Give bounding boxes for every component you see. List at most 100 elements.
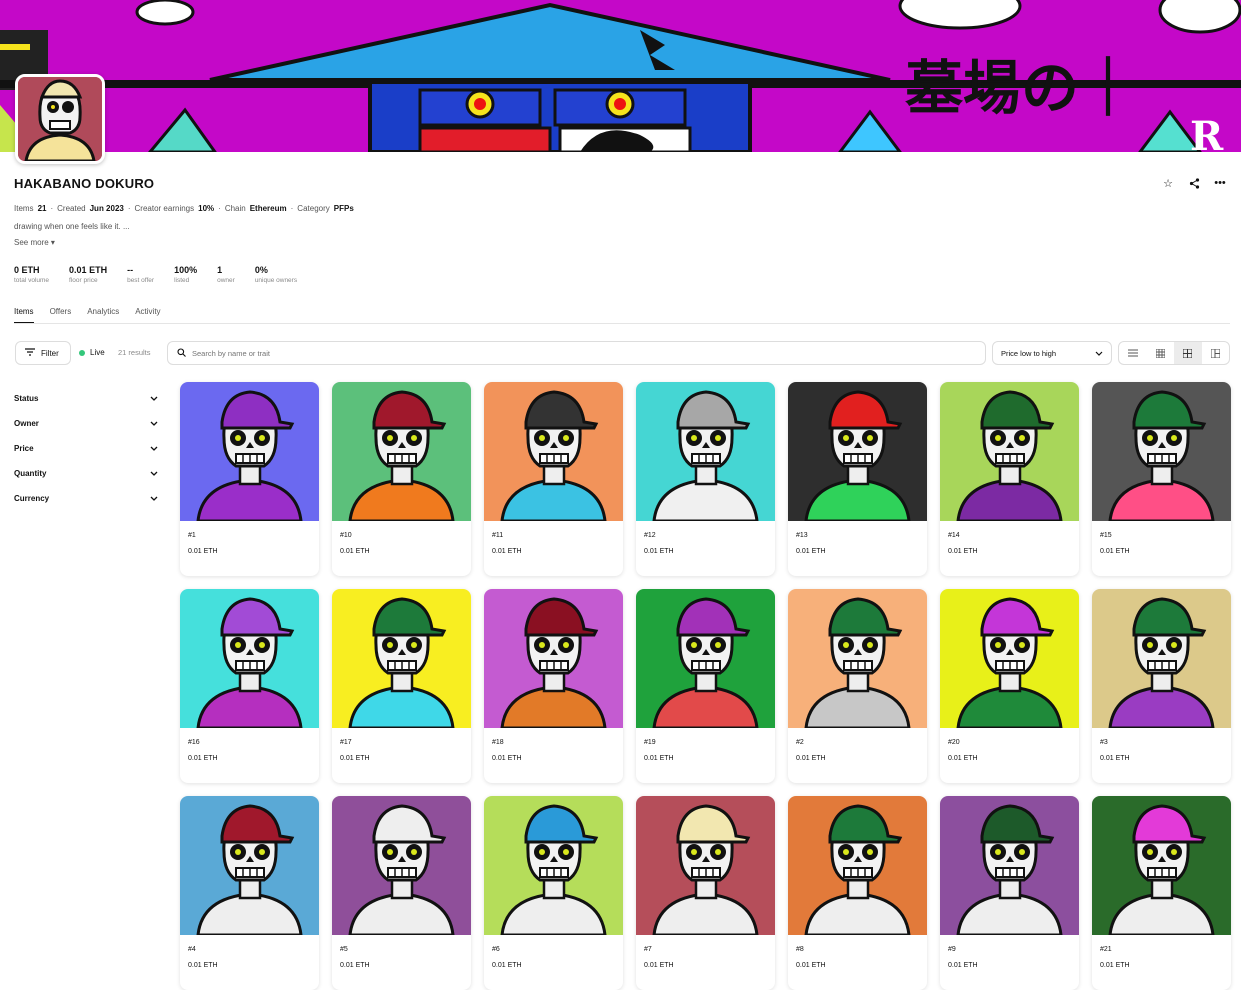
chevron-down-icon — [150, 394, 158, 403]
nft-card[interactable]: #18 0.01 ETH — [484, 589, 623, 783]
collection-tabs: Items Offers Analytics Activity — [14, 307, 161, 324]
nft-name: #19 — [644, 739, 656, 746]
more-options-icon[interactable]: ••• — [1213, 176, 1227, 190]
view-mode-toggle — [1118, 341, 1230, 365]
sort-dropdown[interactable]: Price low to high — [992, 341, 1112, 365]
stat-value: 0.01 ETH — [69, 265, 108, 275]
nft-image — [788, 796, 927, 935]
star-icon[interactable]: ☆ — [1161, 176, 1175, 190]
nft-price: 0.01 ETH — [644, 548, 674, 555]
meta-category-value: PFPs — [333, 204, 354, 213]
nft-name: #11 — [492, 532, 504, 539]
tab-activity[interactable]: Activity — [135, 307, 160, 324]
filter-currency[interactable]: Currency — [14, 486, 158, 511]
search-input[interactable] — [192, 348, 892, 358]
stat-label: floor price — [69, 277, 98, 284]
nft-card[interactable]: #4 0.01 ETH — [180, 796, 319, 990]
nft-price: 0.01 ETH — [948, 548, 978, 555]
nft-card[interactable]: #6 0.01 ETH — [484, 796, 623, 990]
nft-card[interactable]: #5 0.01 ETH — [332, 796, 471, 990]
filter-owner[interactable]: Owner — [14, 411, 158, 436]
chevron-down-icon — [150, 469, 158, 478]
nft-price: 0.01 ETH — [796, 548, 826, 555]
chevron-down-icon — [150, 494, 158, 503]
filter-quantity[interactable]: Quantity — [14, 461, 158, 486]
nft-price: 0.01 ETH — [1100, 755, 1130, 762]
filter-label: Filter — [41, 348, 59, 358]
nft-price: 0.01 ETH — [948, 755, 978, 762]
tab-offers[interactable]: Offers — [50, 307, 72, 324]
nft-image — [940, 382, 1079, 521]
nft-card[interactable]: #19 0.01 ETH — [636, 589, 775, 783]
nft-card[interactable]: #2 0.01 ETH — [788, 589, 927, 783]
chevron-down-icon — [150, 444, 158, 453]
filter-button[interactable]: Filter — [15, 341, 71, 365]
nft-card[interactable]: #21 0.01 ETH — [1092, 796, 1231, 990]
nft-name: #20 — [948, 739, 960, 746]
chevron-down-icon — [1095, 349, 1103, 358]
nft-name: #6 — [492, 946, 500, 953]
stat-label: listed — [174, 277, 190, 284]
nft-card[interactable]: #9 0.01 ETH — [940, 796, 1079, 990]
filter-label: Currency — [14, 494, 50, 503]
nft-image — [332, 589, 471, 728]
nft-name: #17 — [340, 739, 352, 746]
nft-price: 0.01 ETH — [492, 548, 522, 555]
list-view-icon[interactable] — [1119, 342, 1147, 364]
search-box[interactable] — [167, 341, 986, 365]
nft-card[interactable]: #11 0.01 ETH — [484, 382, 623, 576]
grid-large-view-icon[interactable] — [1202, 342, 1230, 364]
stat-unique-owners: 0% unique owners — [255, 265, 297, 284]
filter-label: Owner — [14, 419, 39, 428]
meta-items-value: 21 — [37, 204, 47, 213]
nft-name: #13 — [796, 532, 808, 539]
nft-card[interactable]: #12 0.01 ETH — [636, 382, 775, 576]
nft-image — [940, 796, 1079, 935]
stat-owner: 1 owner — [217, 265, 235, 284]
nft-card[interactable]: #16 0.01 ETH — [180, 589, 319, 783]
nft-image — [180, 589, 319, 728]
stat-value: -- — [127, 265, 134, 275]
nft-name: #2 — [796, 739, 804, 746]
chevron-down-icon — [150, 419, 158, 428]
nft-card[interactable]: #8 0.01 ETH — [788, 796, 927, 990]
meta-created-label: Created — [57, 204, 86, 213]
stat-value: 1 — [217, 265, 223, 275]
nft-card[interactable]: #20 0.01 ETH — [940, 589, 1079, 783]
nft-name: #4 — [188, 946, 196, 953]
grid-small-view-icon[interactable] — [1147, 342, 1175, 364]
collection-banner: 墓場の｜ R — [0, 0, 1241, 152]
filter-price[interactable]: Price — [14, 436, 158, 461]
nft-price: 0.01 ETH — [340, 548, 370, 555]
meta-earnings-value: 10% — [198, 204, 215, 213]
tab-items[interactable]: Items — [14, 307, 34, 324]
nft-image — [1092, 382, 1231, 521]
live-label: Live — [90, 348, 105, 357]
meta-sep: · — [290, 204, 294, 213]
nft-image — [180, 382, 319, 521]
tab-analytics[interactable]: Analytics — [87, 307, 119, 324]
see-more-link[interactable]: See more ▾ — [14, 238, 55, 247]
nft-image — [1092, 796, 1231, 935]
nft-card[interactable]: #7 0.01 ETH — [636, 796, 775, 990]
nft-name: #14 — [948, 532, 960, 539]
share-icon[interactable] — [1187, 176, 1201, 190]
nft-name: #7 — [644, 946, 652, 953]
nft-price: 0.01 ETH — [188, 755, 218, 762]
filter-status[interactable]: Status — [14, 386, 158, 411]
nft-card[interactable]: #3 0.01 ETH — [1092, 589, 1231, 783]
collection-avatar — [15, 74, 105, 164]
nft-card[interactable]: #13 0.01 ETH — [788, 382, 927, 576]
meta-created-value: Jun 2023 — [89, 204, 124, 213]
collection-stats: 0 ETH total volume 0.01 ETH floor price --… — [14, 265, 317, 284]
nft-name: #3 — [1100, 739, 1108, 746]
meta-earnings-label: Creator earnings — [134, 204, 195, 213]
nft-card[interactable]: #14 0.01 ETH — [940, 382, 1079, 576]
nft-card[interactable]: #1 0.01 ETH — [180, 382, 319, 576]
nft-card[interactable]: #10 0.01 ETH — [332, 382, 471, 576]
nft-card[interactable]: #15 0.01 ETH — [1092, 382, 1231, 576]
nft-card[interactable]: #17 0.01 ETH — [332, 589, 471, 783]
nft-price: 0.01 ETH — [644, 755, 674, 762]
grid-medium-view-icon[interactable] — [1174, 342, 1202, 364]
stat-floor-price: 0.01 ETH floor price — [69, 265, 107, 284]
